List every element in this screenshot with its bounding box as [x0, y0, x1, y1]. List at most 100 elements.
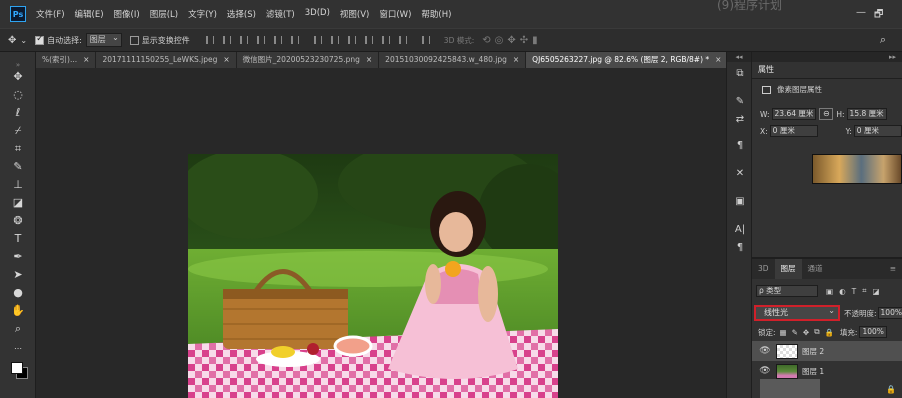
menu-select[interactable]: 选择(S): [227, 8, 256, 20]
tab-properties[interactable]: 属性: [758, 64, 774, 75]
link-icon[interactable]: ⊖: [819, 108, 834, 120]
filter-type-icon[interactable]: T: [852, 287, 857, 296]
lasso-tool-icon[interactable]: ℓ: [10, 106, 26, 120]
align-right-icon[interactable]: [290, 36, 299, 44]
more-tools-icon[interactable]: ⋯: [10, 342, 26, 356]
menu-layer[interactable]: 图层(L): [150, 8, 178, 20]
lock-position-icon[interactable]: ✥: [803, 328, 809, 337]
lock-transparent-icon[interactable]: ▦: [780, 328, 787, 337]
dodge-tool-icon[interactable]: ❂: [10, 214, 26, 228]
tab-document-1[interactable]: %(索引)... ×: [36, 52, 97, 68]
distribute-top-icon[interactable]: [313, 36, 322, 44]
paragraph-panel-icon[interactable]: ¶: [732, 242, 748, 253]
close-icon[interactable]: ×: [715, 52, 721, 68]
opacity-field[interactable]: 100%: [877, 307, 902, 319]
pen-tool-icon[interactable]: ✒: [10, 250, 26, 264]
layer-row-2[interactable]: 👁 图层 2: [752, 341, 902, 361]
lock-artboard-icon[interactable]: ⧉: [814, 327, 819, 337]
menu-3d[interactable]: 3D(D): [305, 8, 330, 20]
tab-document-active[interactable]: QJ6505263227.jpg @ 82.6% (图层 2, RGB/8#) …: [526, 52, 729, 68]
scale-3d-icon[interactable]: ▮: [532, 35, 538, 46]
lock-all-icon[interactable]: 🔒: [825, 328, 834, 337]
menu-view[interactable]: 视图(V): [340, 8, 369, 20]
align-left-icon[interactable]: [256, 36, 265, 44]
auto-select-checkbox[interactable]: [35, 34, 45, 45]
move-tool-icon[interactable]: ✥: [10, 70, 26, 84]
eraser-tool-icon[interactable]: ◪: [10, 196, 26, 210]
document-image[interactable]: [188, 154, 558, 398]
tab-channels[interactable]: 通道: [802, 259, 829, 279]
distribute-vcenter-icon[interactable]: [330, 36, 339, 44]
crop-tool-icon[interactable]: ⌗: [10, 142, 26, 156]
healing-brush-icon[interactable]: ✎: [10, 160, 26, 174]
stamp-tool-icon[interactable]: ⊥: [10, 178, 26, 192]
restore-button[interactable]: 🗗: [874, 7, 883, 24]
x-field[interactable]: 0 厘米: [769, 125, 818, 137]
move-tool-icon[interactable]: ✥: [8, 35, 16, 46]
adjust-panel-icon[interactable]: ⇄: [732, 114, 748, 125]
filter-shape-icon[interactable]: ⌗: [862, 286, 866, 296]
tab-document-2[interactable]: 20171111150255_LeWKS.jpeg ×: [96, 52, 237, 68]
visibility-eye-icon[interactable]: 👁: [758, 366, 772, 376]
visibility-eye-icon[interactable]: 👁: [758, 346, 772, 356]
quick-select-tool-icon[interactable]: ⌿: [10, 124, 26, 138]
layer-filter-dropdown[interactable]: ρ 类型: [756, 285, 818, 297]
character-panel-icon[interactable]: A|: [732, 224, 748, 235]
menu-filter[interactable]: 滤镜(T): [266, 8, 295, 20]
chevron-down-icon[interactable]: ⌄: [20, 36, 27, 45]
tab-3d[interactable]: 3D: [752, 259, 775, 279]
roll-3d-icon[interactable]: ◎: [495, 35, 504, 46]
menu-window[interactable]: 窗口(W): [379, 8, 411, 20]
foreground-color-swatch[interactable]: [11, 362, 23, 374]
height-field[interactable]: 15.8 厘米: [846, 108, 887, 120]
align-vcenter-icon[interactable]: [222, 36, 231, 44]
lock-pixels-icon[interactable]: ✎: [792, 328, 798, 337]
auto-align-icon[interactable]: [421, 36, 430, 44]
filter-pixel-icon[interactable]: ▣: [826, 287, 833, 296]
history-panel-icon[interactable]: ⧉: [732, 68, 748, 79]
menu-edit[interactable]: 编辑(E): [75, 8, 104, 20]
paragraph-icon[interactable]: ¶: [732, 140, 748, 151]
distribute-right-icon[interactable]: [398, 36, 407, 44]
rotate-3d-icon[interactable]: ⟲: [482, 35, 490, 46]
shape-tool-icon[interactable]: ●: [10, 286, 26, 300]
fill-field[interactable]: 100%: [859, 326, 887, 338]
blend-mode-dropdown[interactable]: 线性光: [754, 305, 840, 321]
search-icon[interactable]: ⌕: [880, 33, 886, 47]
tools-panel-icon[interactable]: ✕: [732, 168, 748, 179]
width-field[interactable]: 23.64 厘米: [771, 108, 817, 120]
marquee-tool-icon[interactable]: ◌: [10, 88, 26, 102]
zoom-tool-icon[interactable]: ⌕: [10, 322, 26, 336]
panel-collapse-button[interactable]: ▸▸: [752, 52, 902, 62]
close-icon[interactable]: ×: [513, 52, 519, 68]
menu-help[interactable]: 帮助(H): [421, 8, 451, 20]
layer-row-1[interactable]: 👁 图层 1: [752, 361, 902, 381]
brush-settings-icon[interactable]: ✎: [732, 96, 748, 107]
close-icon[interactable]: ×: [366, 52, 372, 68]
minimize-button[interactable]: —: [856, 7, 866, 18]
filter-adjust-icon[interactable]: ◐: [839, 287, 846, 296]
menu-type[interactable]: 文字(Y): [188, 8, 217, 20]
align-top-icon[interactable]: [205, 36, 214, 44]
distribute-hcenter-icon[interactable]: [381, 36, 390, 44]
filter-smart-icon[interactable]: ◪: [872, 287, 879, 296]
align-bottom-icon[interactable]: [239, 36, 248, 44]
drag-3d-icon[interactable]: ✥: [507, 35, 515, 46]
tab-document-4[interactable]: 20151030092425843.w_480.jpg ×: [379, 52, 527, 68]
menu-file[interactable]: 文件(F): [36, 8, 65, 20]
menu-image[interactable]: 图像(I): [114, 8, 140, 20]
type-tool-icon[interactable]: T: [10, 232, 26, 246]
panel-collapse-button[interactable]: ◂◂: [727, 52, 751, 62]
show-transform-checkbox[interactable]: [129, 35, 139, 45]
close-icon[interactable]: ×: [83, 52, 89, 68]
distribute-left-icon[interactable]: [364, 36, 373, 44]
close-icon[interactable]: ×: [223, 52, 229, 68]
slide-3d-icon[interactable]: ✣: [520, 35, 528, 46]
y-field[interactable]: 0 厘米: [853, 125, 902, 137]
canvas-area[interactable]: [36, 68, 726, 398]
distribute-bottom-icon[interactable]: [347, 36, 356, 44]
hand-tool-icon[interactable]: ✋: [10, 304, 26, 318]
tab-document-3[interactable]: 微信图片_20200523230725.png ×: [236, 52, 380, 68]
clone-source-icon[interactable]: ▣: [732, 196, 748, 207]
panel-menu-icon[interactable]: ≡: [884, 259, 902, 279]
